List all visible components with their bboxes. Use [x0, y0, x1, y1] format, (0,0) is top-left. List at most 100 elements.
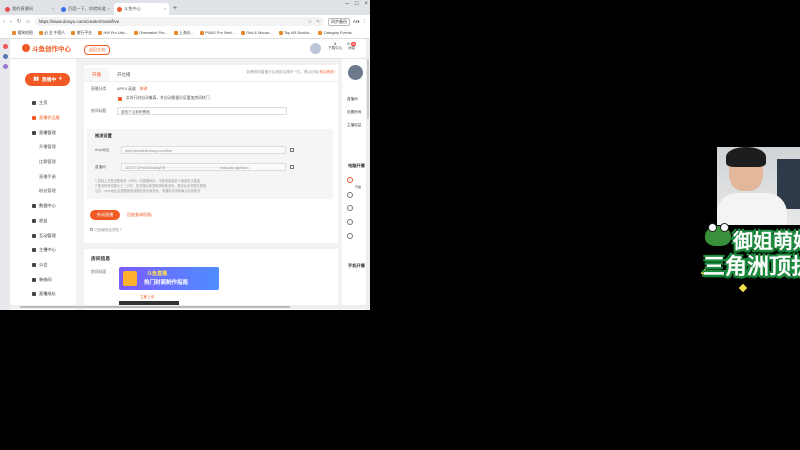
- bookmark[interactable]: 搜狗地图: [12, 31, 33, 36]
- copy-icon[interactable]: [290, 148, 294, 152]
- bookmark-label: 必 全 中国人: [44, 30, 66, 35]
- sidebar-item[interactable]: 数据中心: [32, 199, 60, 214]
- bookmark-icon: [97, 31, 102, 35]
- bookmark[interactable]: HW Pro Usb...: [97, 31, 128, 35]
- browser-tab-active[interactable]: 斗鱼中心 ×: [114, 3, 169, 15]
- extensions-icon[interactable]: ⋮: [363, 19, 368, 25]
- bookmark[interactable]: Top AR Bookin...: [278, 31, 312, 35]
- back-icon[interactable]: ‹: [3, 19, 5, 25]
- site-logo[interactable]: 斗鱼创作中心: [22, 43, 71, 53]
- sidebar-item[interactable]: 收益: [32, 214, 60, 229]
- rail-blue-icon[interactable]: [2, 54, 8, 59]
- close-tab-icon[interactable]: ×: [164, 6, 166, 11]
- rail-red-icon[interactable]: [2, 44, 8, 49]
- room-info-title: 房间信息: [91, 257, 111, 262]
- tab-note-link[interactable]: 前往修改 ›: [319, 70, 336, 74]
- sidebar-item[interactable]: 主播中心: [32, 243, 60, 258]
- live-status-button[interactable]: ▮▮ 直播中 ▾: [25, 73, 70, 86]
- download-label: 下载中心: [328, 46, 343, 50]
- tab-note-text: 如需修改直播分区请前往操作一栏，需以旧版: [246, 70, 319, 74]
- sidebar-item[interactable]: 直播作品集: [32, 111, 60, 126]
- room-title-input[interactable]: 蓝色下山射粉蛋面: [117, 107, 287, 115]
- rail-purple-icon[interactable]: [2, 64, 8, 69]
- upload-cover-link[interactable]: 立即上传: [140, 295, 154, 300]
- bookmark[interactable]: 必 全 中国人: [38, 30, 66, 36]
- streamer-avatar[interactable]: [348, 65, 363, 80]
- bookmarks-bar: 搜狗地图 必 全 中国人 旅行平台 HW Pro Usb... Overwatc…: [0, 28, 370, 39]
- bookmark[interactable]: Grid & Mouse...: [240, 31, 273, 35]
- right-item[interactable]: 直播间: [347, 97, 358, 102]
- browser-tab[interactable]: 百度一下，你就知道 ×: [58, 3, 113, 15]
- edit-icon[interactable]: ✎: [316, 17, 320, 26]
- webcam-feed: [717, 147, 800, 225]
- close-tab-icon[interactable]: ×: [108, 6, 110, 11]
- sidebar-item[interactable]: 直播管理: [32, 125, 60, 140]
- browser-tab[interactable]: 我的直播间 ×: [2, 3, 57, 15]
- settings-icon[interactable]: [347, 219, 353, 225]
- sidebar-item-icon: [32, 233, 36, 238]
- category-change-link[interactable]: 修改: [140, 87, 148, 92]
- tab-favicon: [5, 6, 10, 12]
- new-tab-button[interactable]: +: [173, 3, 177, 15]
- cover-label: 房间封面: [91, 270, 107, 274]
- sidebar-item[interactable]: 比赛管理: [32, 155, 60, 170]
- sidebar-item[interactable]: 直播手册: [32, 169, 60, 184]
- rtmp-field[interactable]: rtmp://sendtc3a.douyu.com/live: [121, 146, 286, 154]
- stream-key-field[interactable]: 1847372rIPs9DIrDdDtqRR··················…: [121, 163, 286, 171]
- sidebar-item[interactable]: 直播成长: [32, 287, 60, 302]
- sidebar-item-label: 主播中心: [39, 247, 56, 253]
- url-field[interactable]: https://www.douyu.com/creator/main/live …: [34, 17, 324, 26]
- reload-icon[interactable]: ↻: [17, 19, 22, 25]
- bookmark[interactable]: 上海光...: [173, 31, 194, 36]
- maximize-icon[interactable]: □: [355, 1, 359, 7]
- help-icon[interactable]: [347, 205, 353, 211]
- scroll-thumb[interactable]: [367, 59, 369, 119]
- obs-icon[interactable]: [347, 177, 353, 183]
- right-item[interactable]: 主播权益: [347, 123, 361, 128]
- messages[interactable]: ✉ 99 消息: [347, 42, 357, 51]
- sidebar-item[interactable]: 粉丝管理: [32, 184, 60, 199]
- agreement-checkbox[interactable]: [90, 228, 93, 231]
- home-icon[interactable]: ⌂: [26, 19, 29, 25]
- rtmp-label: rtmp地址: [95, 147, 110, 152]
- tab-start-live[interactable]: 开播: [84, 68, 109, 81]
- vertical-scrollbar[interactable]: [366, 39, 370, 310]
- right-item[interactable]: 设置房间: [347, 110, 361, 115]
- cover-guide-banner[interactable]: 斗鱼直播 热门封面制作指南: [119, 267, 219, 290]
- sidebar-item[interactable]: 开播管理: [32, 140, 60, 155]
- apply-permission-link[interactable]: 回放查询权限›: [127, 212, 152, 218]
- close-live-button[interactable]: 关闭直播: [90, 210, 120, 220]
- forward-icon[interactable]: ›: [10, 19, 12, 25]
- close-tab-icon[interactable]: ×: [52, 6, 54, 11]
- bookmark[interactable]: Category Events: [318, 31, 352, 35]
- download-center[interactable]: ⬇ 下载中心: [328, 42, 342, 51]
- close-window-icon[interactable]: ×: [364, 1, 368, 7]
- scroll-thumb[interactable]: [20, 306, 290, 308]
- horizontal-scrollbar[interactable]: [10, 305, 366, 309]
- category-label: 直播分类: [91, 87, 107, 91]
- bookmark[interactable]: 旅行平台: [71, 31, 92, 36]
- checkbox-checked-icon[interactable]: [118, 96, 122, 101]
- sidebar-item[interactable]: 互动管理: [32, 228, 60, 243]
- bookmark-icon: [133, 31, 138, 35]
- auto-check-row[interactable]: 实时开启自动撤离，并自动根据分区重加房间热门: [118, 96, 210, 101]
- star-icon[interactable]: ☆: [308, 17, 312, 26]
- sidebar-item-label: 直播作品集: [39, 115, 60, 121]
- tab-position-live[interactable]: 开位播: [109, 68, 139, 81]
- copy-icon[interactable]: [290, 165, 294, 169]
- tool-icon[interactable]: [347, 233, 353, 239]
- sidebar-item[interactable]: 主页: [32, 96, 60, 111]
- ai-button[interactable]: AI▾: [353, 19, 360, 25]
- bookmark-icon: [318, 31, 323, 35]
- sidebar-item[interactable]: 装修间: [32, 272, 60, 287]
- agreement-row[interactable]: 已阅读协议须知 ?: [90, 227, 122, 232]
- bookmark[interactable]: Overwatch Pro...: [133, 31, 168, 35]
- window-controls: – □ ×: [346, 1, 368, 7]
- sidebar-item[interactable]: 公会: [32, 258, 60, 273]
- avatar[interactable]: [310, 43, 321, 54]
- return-main-site-button[interactable]: 返回主站: [84, 45, 110, 55]
- plugin-icon[interactable]: [347, 192, 353, 198]
- bookmark[interactable]: PUBG Pro Setti...: [199, 31, 235, 35]
- sync-button[interactable]: 同步备份: [327, 17, 350, 26]
- minimize-icon[interactable]: –: [346, 1, 349, 7]
